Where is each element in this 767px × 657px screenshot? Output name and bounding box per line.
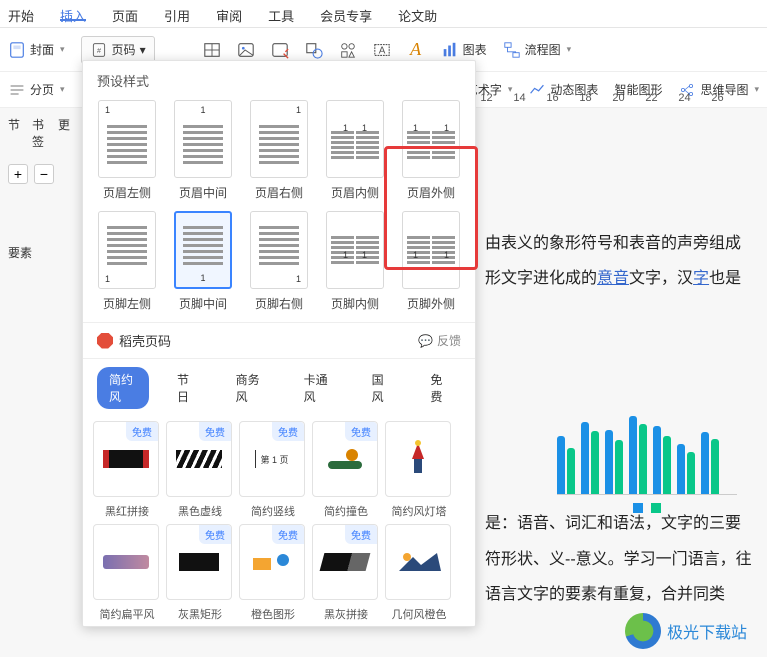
document-content: 由表义的象形符号和表音的声旁组成 形文字进化成的意音文字，汉字也是 是：语音、词… — [477, 108, 767, 620]
tab-vip[interactable]: 会员专享 — [320, 6, 372, 21]
free-badge: 免费 — [199, 525, 231, 544]
site-watermark: 极光下载站 — [625, 613, 747, 649]
template-item[interactable]: 免费黑灰拼接 — [312, 524, 380, 622]
chat-icon: 💬 — [418, 334, 433, 348]
doke-title: 稻壳页码 — [119, 331, 171, 350]
page-number-dropdown: 预设样式 1页眉左侧 1页眉中间 1页眉右侧 11页眉内侧 11页眉外侧 1页脚… — [82, 60, 476, 627]
preset-header-left[interactable]: 1页眉左侧 — [89, 100, 165, 201]
wordart-icon[interactable]: A — [407, 41, 425, 59]
preset-header-outside[interactable]: 11页眉外侧 — [393, 100, 469, 201]
free-badge: 免费 — [272, 525, 304, 544]
filter-chinese[interactable]: 国风 — [360, 367, 403, 409]
svg-text:#: # — [97, 46, 101, 55]
template-grid: 免费黑红拼接 免费黑色虚线 免费第 1 页简约竖线 免费简约撞色 简约风灯塔 简… — [83, 417, 475, 626]
free-badge: 免费 — [345, 422, 377, 441]
cover-icon — [8, 41, 26, 59]
filter-free[interactable]: 免费 — [418, 367, 461, 409]
cover-button[interactable]: 封面 ▾ — [8, 41, 65, 59]
watermark-text: 极光下载站 — [667, 619, 747, 643]
filter-simple[interactable]: 简约风 — [97, 367, 149, 409]
tab-reference[interactable]: 引用 — [164, 6, 190, 21]
template-item[interactable]: 简约风灯塔 — [385, 421, 453, 519]
zoom-in-button[interactable]: + — [8, 164, 28, 184]
chevron-down-icon: ▾ — [567, 44, 572, 55]
link-zi[interactable]: 字 — [693, 270, 709, 287]
cover-label: 封面 — [30, 41, 54, 58]
free-badge: 免费 — [199, 422, 231, 441]
bookmark-label[interactable]: 书签 — [32, 116, 46, 150]
page-number-icon: # — [90, 41, 108, 59]
preset-style-title: 预设样式 — [83, 61, 475, 100]
template-item[interactable]: 免费橙色图形 — [239, 524, 307, 622]
chart-icon — [441, 41, 459, 59]
template-item[interactable]: 免费黑色虚线 — [166, 421, 234, 519]
left-sidebar: 节 书签 更 + − 要素 — [0, 108, 78, 269]
flowchart-button[interactable]: 流程图 ▾ — [503, 41, 572, 59]
doke-logo-icon — [97, 333, 113, 349]
page-number-label: 页码 — [112, 41, 136, 58]
preset-footer-inside[interactable]: 11页脚内侧 — [317, 211, 393, 312]
preset-footer-center[interactable]: 1页脚中间 — [165, 211, 241, 312]
preset-footer-left[interactable]: 1页脚左侧 — [89, 211, 165, 312]
template-item[interactable]: 免费第 1 页简约竖线 — [239, 421, 307, 519]
table-insert-icon[interactable] — [203, 41, 221, 59]
preset-grid: 1页眉左侧 1页眉中间 1页眉右侧 11页眉内侧 11页眉外侧 1页脚左侧 1页… — [83, 100, 475, 322]
zoom-out-button[interactable]: − — [34, 164, 54, 184]
template-item[interactable]: 免费黑红拼接 — [93, 421, 161, 519]
textbox-icon[interactable]: A — [373, 41, 391, 59]
filter-business[interactable]: 商务风 — [224, 367, 276, 409]
section-button[interactable]: 分页 ▾ — [8, 81, 65, 99]
chevron-down-icon: ▾ — [60, 44, 65, 55]
feedback-link[interactable]: 💬 反馈 — [418, 332, 461, 349]
flowchart-icon — [503, 41, 521, 59]
free-badge: 免费 — [126, 422, 158, 441]
template-item[interactable]: 几何风橙色 — [385, 524, 453, 622]
shapes-icon[interactable] — [305, 41, 323, 59]
icons-gallery-icon[interactable] — [339, 41, 357, 59]
preset-footer-right[interactable]: 1页脚右侧 — [241, 211, 317, 312]
doke-header: 稻壳页码 💬 反馈 — [83, 322, 475, 359]
chart-button[interactable]: 图表 — [441, 41, 487, 59]
template-item[interactable]: 免费灰黑矩形 — [166, 524, 234, 622]
flowchart-label: 流程图 — [525, 41, 561, 58]
more-label[interactable]: 更 — [58, 116, 70, 150]
preset-header-center[interactable]: 1页眉中间 — [165, 100, 241, 201]
template-item[interactable]: 免费简约撞色 — [312, 421, 380, 519]
element-label: 要素 — [8, 244, 70, 261]
section-label: 分页 — [30, 81, 54, 98]
chevron-down-icon: ▾ — [60, 84, 65, 95]
section-break-icon — [8, 81, 26, 99]
free-badge: 免费 — [345, 525, 377, 544]
preset-header-right[interactable]: 1页眉右侧 — [241, 100, 317, 201]
link-yiyin[interactable]: 意音 — [597, 270, 629, 287]
tab-page[interactable]: 页面 — [112, 6, 138, 21]
picture-insert-icon[interactable] — [237, 41, 255, 59]
watermark-icon — [625, 613, 661, 649]
free-badge: 免费 — [272, 422, 304, 441]
chapter-label[interactable]: 节 — [8, 116, 20, 150]
preset-header-inside[interactable]: 11页眉内侧 — [317, 100, 393, 201]
tab-start[interactable]: 开始 — [8, 6, 34, 21]
filter-cartoon[interactable]: 卡通风 — [292, 367, 344, 409]
preset-footer-outside[interactable]: 11页脚外侧 — [393, 211, 469, 312]
embedded-chart[interactable] — [557, 405, 737, 525]
screenshot-icon[interactable] — [271, 41, 289, 59]
template-filters: 简约风 节日 商务风 卡通风 国风 免费 — [83, 359, 475, 417]
tab-review[interactable]: 审阅 — [216, 6, 242, 21]
tab-insert[interactable]: 插入 — [60, 6, 86, 21]
template-item[interactable]: 简约扁平风 — [93, 524, 161, 622]
chart-label: 图表 — [463, 41, 487, 58]
chevron-down-icon: ▾ — [140, 43, 146, 57]
tab-tool[interactable]: 工具 — [268, 6, 294, 21]
filter-festival[interactable]: 节日 — [165, 367, 208, 409]
tab-paper[interactable]: 论文助 — [398, 6, 437, 21]
menu-tabs: 开始 插入 页面 引用 审阅 工具 会员专享 论文助 — [0, 0, 767, 28]
svg-text:A: A — [378, 45, 385, 56]
